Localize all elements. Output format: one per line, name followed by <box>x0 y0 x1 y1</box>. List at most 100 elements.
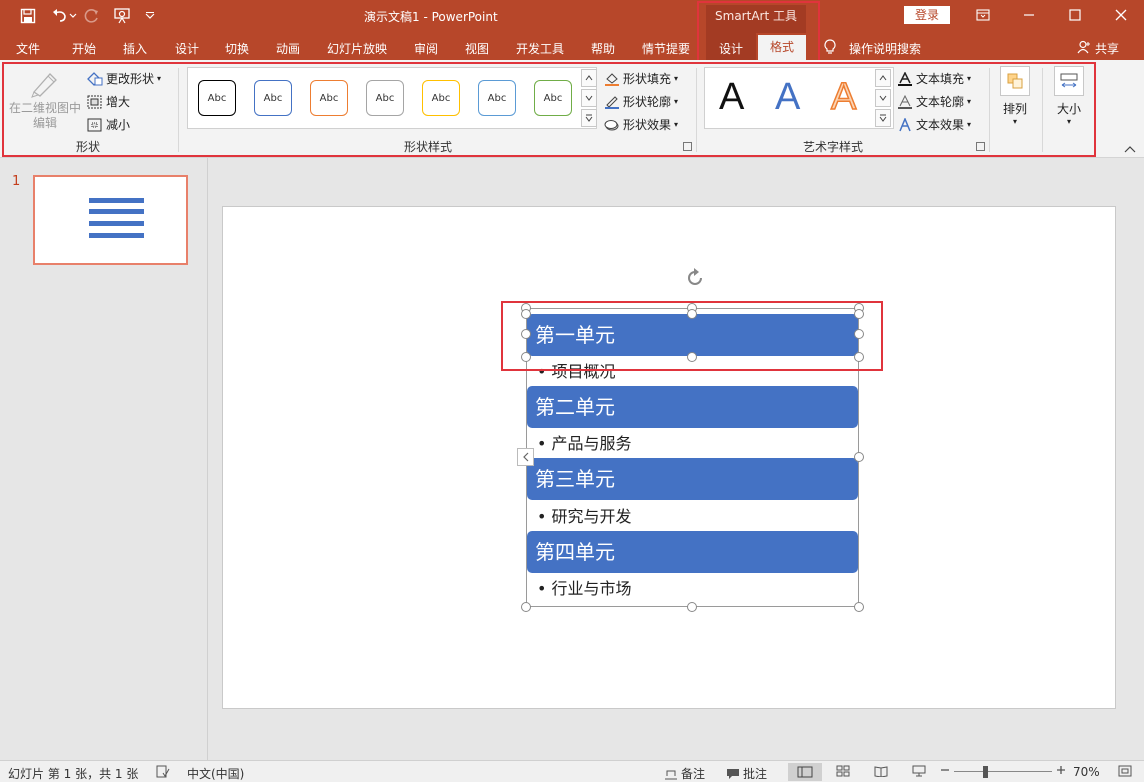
shape-style-thumb[interactable]: Abc <box>366 80 404 116</box>
shape-resize-handle[interactable] <box>521 309 531 319</box>
redo-icon[interactable] <box>82 6 102 26</box>
shape-resize-handle[interactable] <box>854 352 864 362</box>
maximize-icon[interactable] <box>1060 4 1090 26</box>
tab-smartart-format[interactable]: 格式 <box>758 35 806 60</box>
tab-file[interactable]: 文件 <box>16 40 40 57</box>
unit-bullet-2[interactable]: 产品与服务 <box>537 430 632 454</box>
slide-thumbnail[interactable] <box>33 175 188 265</box>
text-outline-button[interactable]: 文本轮廓 ▾ <box>897 93 971 110</box>
normal-view-icon[interactable] <box>788 763 822 781</box>
spellcheck-icon[interactable] <box>156 765 170 778</box>
unit-box-4[interactable]: 第四单元 <box>527 531 858 573</box>
undo-icon[interactable] <box>50 6 70 26</box>
resize-handle[interactable] <box>521 602 531 612</box>
shape-resize-handle[interactable] <box>854 309 864 319</box>
unit-bullet-3[interactable]: 研究与开发 <box>537 503 632 527</box>
unit-box-1[interactable]: 第一单元 <box>527 314 858 356</box>
gallery-scroll-down-icon[interactable] <box>581 89 597 107</box>
collapse-ribbon-icon[interactable] <box>1124 142 1136 156</box>
wordart-style-orange-outline[interactable]: A <box>830 75 857 119</box>
tab-slideshow[interactable]: 幻灯片放映 <box>327 40 387 57</box>
tab-help[interactable]: 帮助 <box>591 40 615 57</box>
customize-toolbar-icon[interactable] <box>140 6 160 26</box>
wordart-style-blue[interactable]: A <box>775 76 800 119</box>
shape-resize-handle[interactable] <box>521 329 531 339</box>
shape-fill-label: 形状填充 <box>623 72 672 86</box>
tell-me-search[interactable]: 操作说明搜索 <box>849 40 921 57</box>
wordart-scroll-down-icon[interactable] <box>875 89 891 107</box>
text-pane-toggle-icon[interactable] <box>517 448 534 466</box>
wordart-dialog-launcher-icon[interactable] <box>976 142 985 151</box>
wordart-scroll-up-icon[interactable] <box>875 69 891 87</box>
shape-fill-button[interactable]: 形状填充 ▾ <box>604 70 678 87</box>
gallery-more-icon[interactable] <box>581 109 597 127</box>
fit-slide-icon[interactable] <box>1118 765 1132 777</box>
tab-insert[interactable]: 插入 <box>123 40 147 57</box>
wordart-styles-gallery: A A A <box>704 67 894 129</box>
zoom-in-icon[interactable] <box>1056 765 1066 775</box>
tab-developer[interactable]: 开发工具 <box>516 40 564 57</box>
shape-resize-handle[interactable] <box>854 329 864 339</box>
minimize-icon[interactable] <box>1014 4 1044 26</box>
smaller-button[interactable]: 减小 <box>87 116 130 133</box>
unit-box-2[interactable]: 第二单元 <box>527 386 858 428</box>
undo-dropdown-icon[interactable] <box>68 6 78 26</box>
tab-animations[interactable]: 动画 <box>276 40 300 57</box>
zoom-level[interactable]: 70% <box>1073 765 1100 779</box>
comments-button[interactable]: 批注 <box>726 765 767 782</box>
zoom-slider-track[interactable] <box>954 771 1052 772</box>
share-button[interactable]: 共享 <box>1095 40 1119 57</box>
unit-bullet-4[interactable]: 行业与市场 <box>537 575 632 599</box>
shape-resize-handle[interactable] <box>687 309 697 319</box>
shape-style-thumb[interactable]: Abc <box>310 80 348 116</box>
save-icon[interactable] <box>18 6 38 26</box>
reading-view-icon[interactable] <box>874 765 888 777</box>
wordart-style-black[interactable]: A <box>719 76 744 119</box>
tab-storyboard[interactable]: 情节提要 <box>642 40 690 57</box>
change-shape-button[interactable]: 更改形状 ▾ <box>87 70 161 87</box>
login-button[interactable]: 登录 <box>904 6 950 24</box>
close-icon[interactable] <box>1106 4 1136 26</box>
shape-style-thumb[interactable]: Abc <box>534 80 572 116</box>
tab-smartart-design[interactable]: 设计 <box>719 40 743 57</box>
shape-style-thumb[interactable]: Abc <box>478 80 516 116</box>
shape-style-thumb[interactable]: Abc <box>254 80 292 116</box>
shrink-icon <box>87 118 102 131</box>
resize-handle[interactable] <box>854 602 864 612</box>
unit-bullet-1[interactable]: 项目概况 <box>537 358 616 382</box>
tab-view[interactable]: 视图 <box>465 40 489 57</box>
ribbon-display-options-icon[interactable] <box>968 4 998 26</box>
gallery-scroll-up-icon[interactable] <box>581 69 597 87</box>
text-fill-label: 文本填充 <box>916 72 965 86</box>
rotate-handle-icon[interactable] <box>684 267 706 289</box>
share-person-icon[interactable] <box>1074 37 1094 57</box>
text-fill-button[interactable]: 文本填充 ▾ <box>897 70 971 87</box>
shape-resize-handle[interactable] <box>521 352 531 362</box>
tab-design[interactable]: 设计 <box>175 40 199 57</box>
wordart-more-icon[interactable] <box>875 109 891 127</box>
tab-review[interactable]: 审阅 <box>414 40 438 57</box>
zoom-slider-thumb[interactable] <box>983 766 988 778</box>
shape-effects-button[interactable]: 形状效果 ▾ <box>604 116 678 133</box>
shape-style-thumb[interactable]: Abc <box>198 80 236 116</box>
shape-style-thumb[interactable]: Abc <box>422 80 460 116</box>
shape-resize-handle[interactable] <box>687 352 697 362</box>
resize-handle[interactable] <box>687 602 697 612</box>
slide-sorter-icon[interactable] <box>836 765 850 777</box>
unit-box-3[interactable]: 第三单元 <box>527 458 858 500</box>
zoom-out-icon[interactable] <box>940 765 950 775</box>
edit-in-2d-button[interactable]: 在二维视图中编辑 <box>8 68 82 131</box>
tab-transitions[interactable]: 切换 <box>225 40 249 57</box>
arrange-button[interactable]: 排列 ▾ <box>996 66 1034 134</box>
slideshow-view-icon[interactable] <box>912 765 926 777</box>
shape-styles-dialog-launcher-icon[interactable] <box>683 142 692 151</box>
size-button[interactable]: 大小 ▾ <box>1050 66 1088 134</box>
shape-outline-button[interactable]: 形状轮廓 ▾ <box>604 93 678 110</box>
larger-button[interactable]: 增大 <box>87 93 130 110</box>
language-indicator[interactable]: 中文(中国) <box>187 765 244 782</box>
start-slideshow-icon[interactable] <box>112 6 132 26</box>
tab-home[interactable]: 开始 <box>72 40 96 57</box>
text-effects-button[interactable]: 文本效果 ▾ <box>897 116 971 133</box>
notes-button[interactable]: 备注 <box>664 765 705 782</box>
resize-handle[interactable] <box>854 452 864 462</box>
